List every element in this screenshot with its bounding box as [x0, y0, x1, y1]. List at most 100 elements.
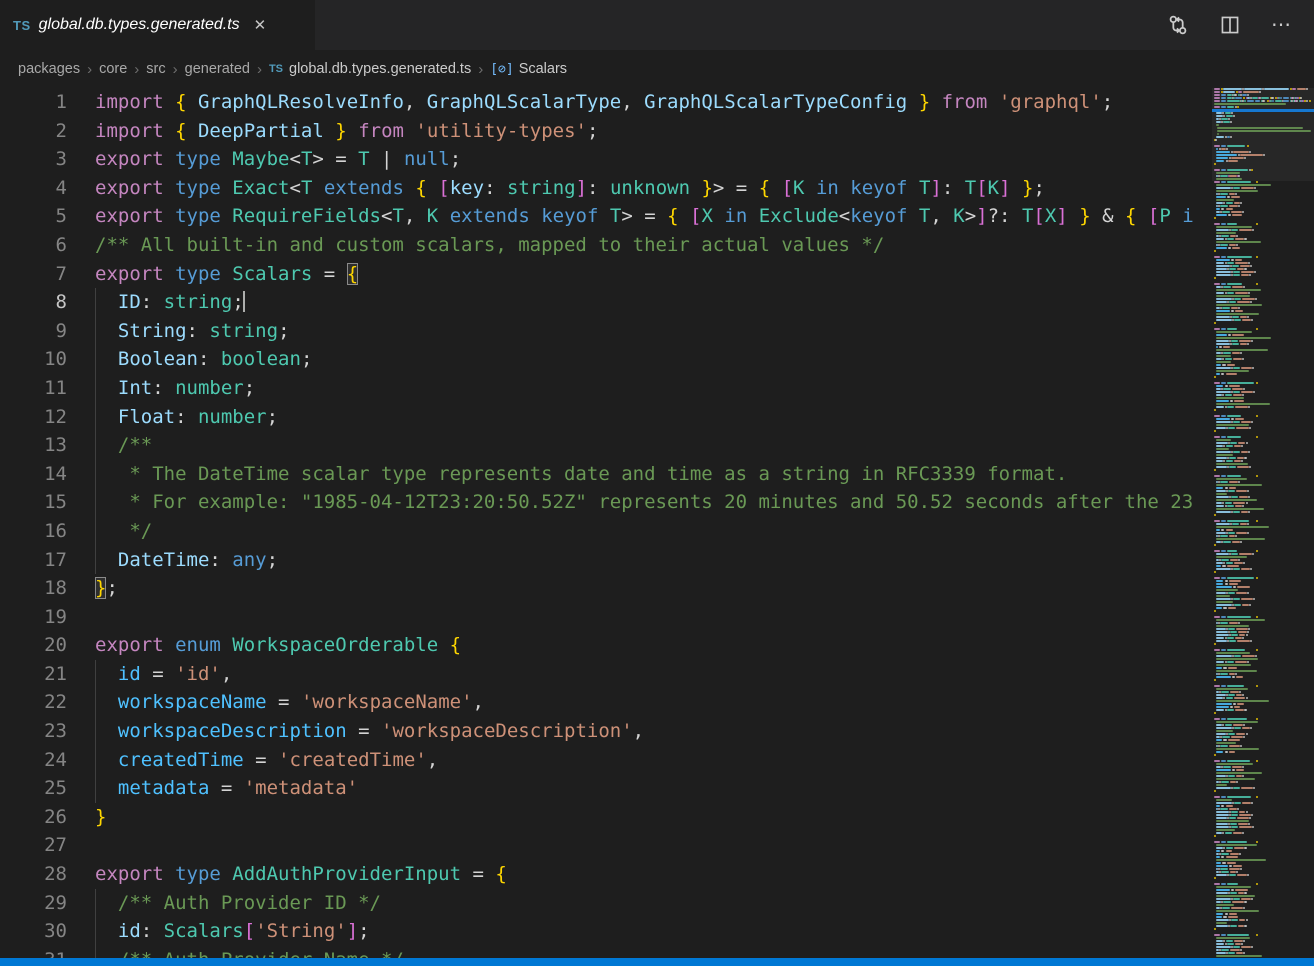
code-line[interactable]: 2 import { DeepPartial } from 'utility-ty… [0, 117, 1212, 146]
code-text: import { DeepPartial } from 'utility-typ… [95, 117, 598, 146]
indent-guide [95, 488, 96, 517]
tab-title: global.db.types.generated.ts [39, 16, 240, 34]
code-line[interactable]: 15 * For example: "1985-04-12T23:20:50.5… [0, 488, 1212, 517]
breadcrumb-item-packages[interactable]: packages [18, 61, 80, 77]
tab-global-db-types-generated-ts[interactable]: TS global.db.types.generated.ts ✕ [0, 0, 315, 50]
code-line[interactable]: 6 /** All built-in and custom scalars, ma… [0, 231, 1212, 260]
line-number: 25 [0, 774, 67, 803]
code-line[interactable]: 26} [0, 803, 1212, 832]
breadcrumb: packages›core›src›generated›TSglobal.db.… [0, 50, 1314, 88]
code-text: /** [95, 431, 152, 460]
indent-guide [95, 746, 96, 775]
code-text: import { GraphQLResolveInfo, GraphQLScal… [95, 88, 1113, 117]
code-line[interactable]: 21 id = 'id', [0, 660, 1212, 689]
minimap-current-line [1212, 109, 1314, 112]
line-number: 23 [0, 717, 67, 746]
breadcrumb-item-src[interactable]: src [146, 61, 165, 77]
breadcrumb-item-generated[interactable]: generated [185, 61, 250, 77]
code-text: }; [95, 574, 118, 603]
line-number: 4 [0, 174, 67, 203]
indent-guide [95, 317, 96, 346]
indent-guide [95, 403, 96, 432]
minimap[interactable] [1212, 88, 1314, 966]
code-line[interactable]: 17 DateTime: any; [0, 546, 1212, 575]
code-text: export type Exact<T extends { [key: stri… [95, 174, 1045, 203]
code-text: Int: number; [95, 374, 255, 403]
line-number: 8 [0, 288, 67, 317]
breadcrumb-item-symbol[interactable]: Scalars [519, 61, 567, 77]
code-line[interactable]: 5export type RequireFields<T, K extends … [0, 202, 1212, 231]
line-number: 20 [0, 631, 67, 660]
breadcrumb-separator: › [87, 61, 92, 78]
code-line[interactable]: 16 */ [0, 517, 1212, 546]
code-text: workspaceName = 'workspaceName', [95, 688, 484, 717]
symbol-type-icon: [⊘] [490, 62, 513, 77]
code-text: id: Scalars['String']; [95, 917, 370, 946]
breadcrumb-separator: › [173, 61, 178, 78]
line-number: 12 [0, 403, 67, 432]
line-number: 13 [0, 431, 67, 460]
indent-guide [95, 660, 96, 689]
code-text: export type Maybe<T> = T | null; [95, 145, 461, 174]
code-line[interactable]: 27 [0, 831, 1212, 860]
line-number: 29 [0, 889, 67, 918]
code-line[interactable]: 24 createdTime = 'createdTime', [0, 746, 1212, 775]
code-line[interactable]: 23 workspaceDescription = 'workspaceDesc… [0, 717, 1212, 746]
text-cursor [243, 291, 245, 312]
code-text: /** All built-in and custom scalars, map… [95, 231, 884, 260]
code-text: Boolean: boolean; [95, 345, 312, 374]
indent-guide [95, 517, 96, 546]
code-line[interactable]: 7export type Scalars = { [0, 260, 1212, 289]
code-text: String: string; [95, 317, 290, 346]
code-text: * The DateTime scalar type represents da… [95, 460, 1067, 489]
code-line[interactable]: 4 export type Exact<T extends { [key: str… [0, 174, 1212, 203]
line-number: 17 [0, 546, 67, 575]
code-line[interactable]: 14 * The DateTime scalar type represents… [0, 460, 1212, 489]
code-line[interactable]: 10 Boolean: boolean; [0, 345, 1212, 374]
code-editor[interactable]: 1import { GraphQLResolveInfo, GraphQLSca… [0, 88, 1314, 966]
line-number: 6 [0, 231, 67, 260]
line-number: 27 [0, 831, 67, 860]
code-text: export enum WorkspaceOrderable { [95, 631, 461, 660]
code-line[interactable]: 29 /** Auth Provider ID */ [0, 889, 1212, 918]
code-text: Float: number; [95, 403, 278, 432]
breadcrumb-item-file[interactable]: global.db.types.generated.ts [289, 61, 471, 77]
code-line[interactable]: 18}; [0, 574, 1212, 603]
split-editor-icon[interactable] [1219, 14, 1241, 36]
more-actions-icon[interactable]: ⋯ [1271, 20, 1292, 30]
line-number: 10 [0, 345, 67, 374]
code-line[interactable]: 11 Int: number; [0, 374, 1212, 403]
close-icon[interactable]: ✕ [254, 18, 267, 33]
code-line[interactable]: 1import { GraphQLResolveInfo, GraphQLSca… [0, 88, 1212, 117]
breadcrumb-item-core[interactable]: core [99, 61, 127, 77]
line-number: 15 [0, 488, 67, 517]
line-number: 16 [0, 517, 67, 546]
code-line[interactable]: 9 String: string; [0, 317, 1212, 346]
indent-guide [95, 345, 96, 374]
code-text: id = 'id', [95, 660, 232, 689]
code-line[interactable]: 28export type AddAuthProviderInput = { [0, 860, 1212, 889]
code-line[interactable]: 22 workspaceName = 'workspaceName', [0, 688, 1212, 717]
code-line[interactable]: 12 Float: number; [0, 403, 1212, 432]
compare-changes-icon[interactable] [1167, 14, 1189, 36]
code-line[interactable]: 19 [0, 603, 1212, 632]
code-line[interactable]: 13 /** [0, 431, 1212, 460]
code-lines: 1import { GraphQLResolveInfo, GraphQLSca… [0, 88, 1212, 966]
indent-guide [95, 546, 96, 575]
code-line[interactable]: 8 ID: string; [0, 288, 1212, 317]
tab-bar: TS global.db.types.generated.ts ✕ ⋯ [0, 0, 1314, 50]
code-line[interactable]: 20 export enum WorkspaceOrderable { [0, 631, 1212, 660]
code-text: export type Scalars = { [95, 260, 358, 289]
code-text: DateTime: any; [95, 546, 278, 575]
code-line[interactable]: 25 metadata = 'metadata' [0, 774, 1212, 803]
indent-guide [95, 889, 96, 918]
code-text: workspaceDescription = 'workspaceDescrip… [95, 717, 644, 746]
code-line[interactable]: 30 id: Scalars['String']; [0, 917, 1212, 946]
typescript-file-icon: TS [13, 18, 31, 33]
line-number: 11 [0, 374, 67, 403]
line-number: 21 [0, 660, 67, 689]
code-line[interactable]: 3export type Maybe<T> = T | null; [0, 145, 1212, 174]
code-text: /** Auth Provider ID */ [95, 889, 381, 918]
line-number: 18 [0, 574, 67, 603]
line-number: 2 [0, 117, 67, 146]
